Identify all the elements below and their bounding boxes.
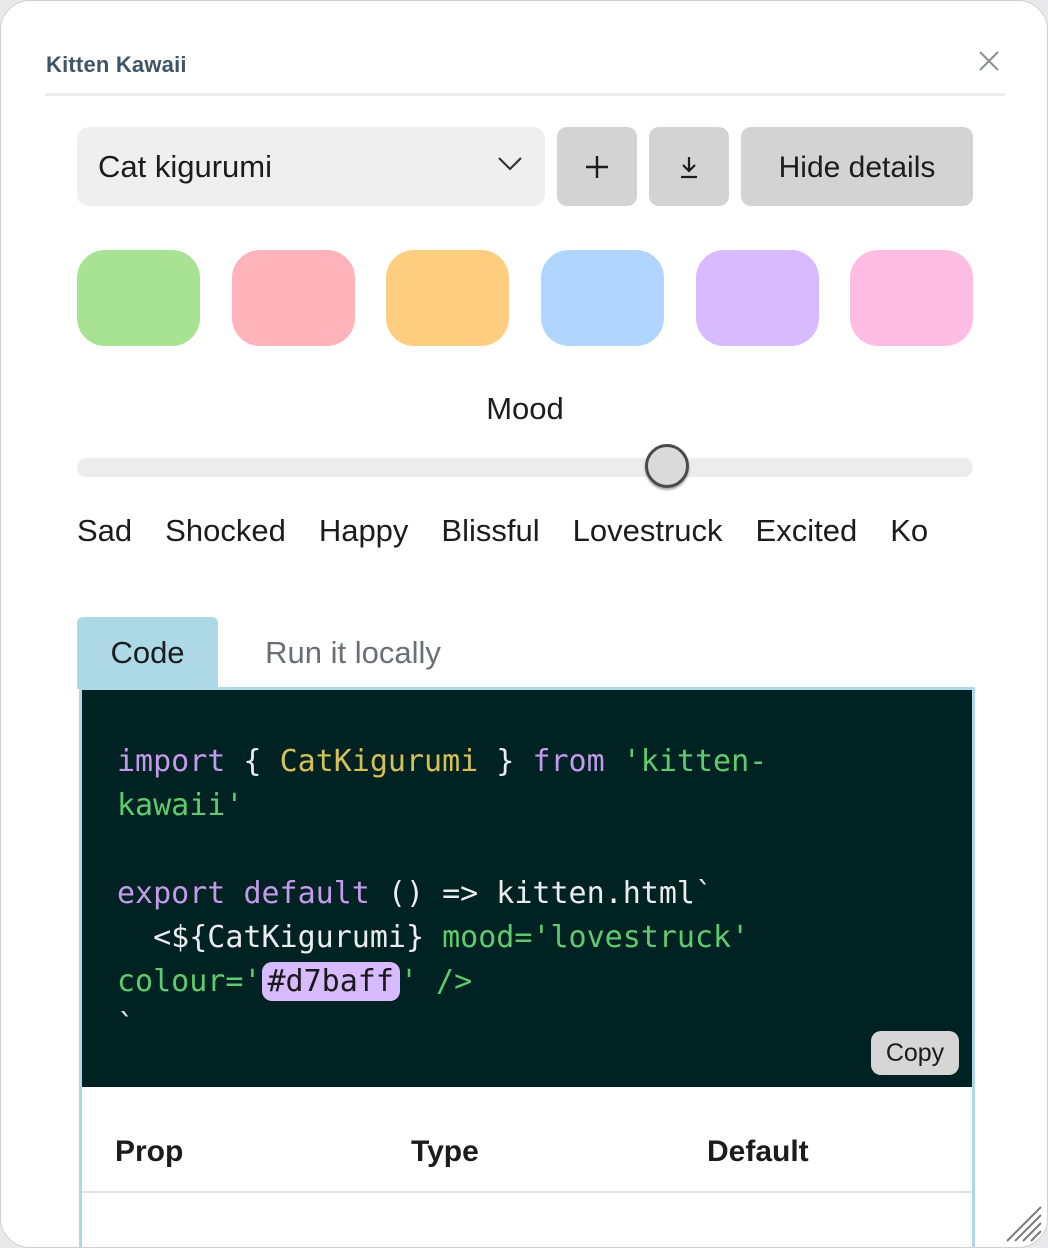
swatch-purple[interactable] <box>696 250 819 346</box>
download-icon <box>681 156 697 178</box>
copy-button[interactable]: Copy <box>871 1031 959 1075</box>
mood-label: Mood <box>486 391 564 426</box>
component-select[interactable]: Cat kigurumi <box>77 127 545 206</box>
mood-options: Sad Shocked Happy Blissful Lovestruck Excited… <box>77 513 973 553</box>
tab-code[interactable]: Code <box>77 617 218 689</box>
mood-option-lovestruck[interactable]: Lovestruck <box>573 513 723 549</box>
code-text: import { CatKigurumi } from 'kitten- kaw… <box>117 740 767 1048</box>
code-token: { <box>225 744 280 779</box>
hide-details-button[interactable]: Hide details <box>741 127 973 206</box>
component-select-value: Cat kigurumi <box>98 149 272 184</box>
close-icon[interactable] <box>977 49 1001 73</box>
title-bar: Kitten Kawaii <box>45 1 1005 96</box>
download-button[interactable] <box>649 127 729 206</box>
code-block: import { CatKigurumi } from 'kitten- kaw… <box>82 690 972 1087</box>
tab-run-it-locally[interactable]: Run it locally <box>243 617 463 689</box>
colour-swatches <box>77 250 973 346</box>
chevron-down-icon <box>498 157 522 171</box>
swatch-orange[interactable] <box>386 250 509 346</box>
resize-grip-icon[interactable] <box>1001 1201 1045 1245</box>
code-token: kawaii' <box>117 788 244 823</box>
mood-option-ko[interactable]: Ko <box>890 513 928 549</box>
add-button[interactable] <box>557 127 637 206</box>
tab-bar: Code Run it locally <box>77 617 973 689</box>
code-token: mood='lovestruck' <box>424 920 750 955</box>
code-token: } <box>478 744 533 779</box>
mood-option-sad[interactable]: Sad <box>77 513 132 549</box>
mood-option-blissful[interactable]: Blissful <box>441 513 539 549</box>
swatch-blue[interactable] <box>541 250 664 346</box>
mood-slider[interactable] <box>77 444 973 488</box>
code-token: export <box>117 876 226 911</box>
swatch-red[interactable] <box>232 250 355 346</box>
dialog-window: Kitten Kawaii Cat kigurumi Hide details <box>0 0 1048 1248</box>
mood-slider-thumb[interactable] <box>645 444 690 488</box>
code-token: default <box>243 876 370 911</box>
code-token: import <box>117 744 226 779</box>
code-token: CatKigurumi <box>279 744 479 779</box>
plus-icon <box>586 155 608 178</box>
code-token: ' /> <box>399 964 473 999</box>
tab-panel: import { CatKigurumi } from 'kitten- kaw… <box>79 687 975 1247</box>
code-token: 'kitten- <box>622 744 768 779</box>
column-header-type: Type <box>411 1135 479 1168</box>
hide-details-label: Hide details <box>778 151 936 184</box>
colour-highlight: #d7baff <box>261 962 400 1001</box>
mood-option-excited[interactable]: Excited <box>756 513 858 549</box>
code-token: from <box>532 744 605 779</box>
code-token: () => kitten.html` <box>369 876 714 911</box>
code-token: colour=' <box>117 964 262 999</box>
toolbar: Cat kigurumi Hide details <box>77 127 973 206</box>
code-token: <${CatKigurumi} <box>117 920 425 955</box>
swatch-pink[interactable] <box>850 250 973 346</box>
column-header-prop: Prop <box>115 1135 184 1168</box>
code-token: ` <box>117 1008 136 1043</box>
window-title: Kitten Kawaii <box>46 52 187 77</box>
mood-option-happy[interactable]: Happy <box>319 513 409 549</box>
swatch-green[interactable] <box>77 250 200 346</box>
column-header-default: Default <box>707 1135 809 1168</box>
props-table-header: Prop Type Default <box>82 1087 972 1193</box>
mood-option-shocked[interactable]: Shocked <box>165 513 286 549</box>
